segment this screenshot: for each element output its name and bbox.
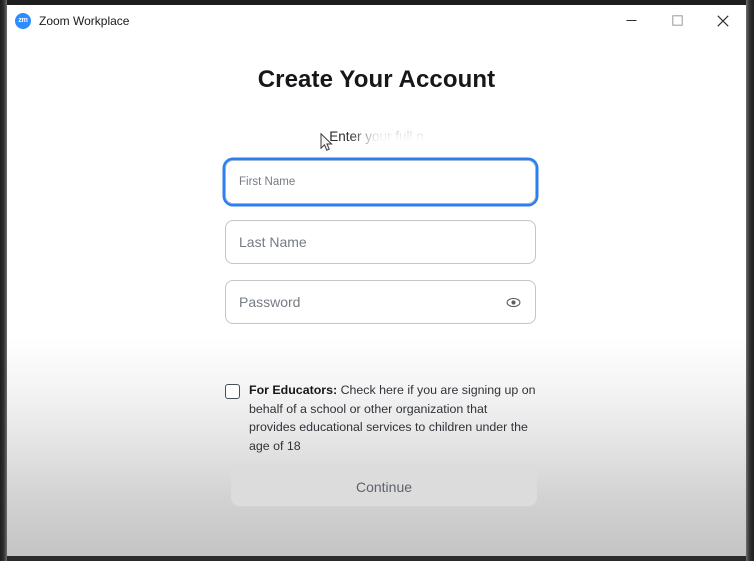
first-name-placeholder: First Name xyxy=(239,176,296,188)
first-name-input-box[interactable]: First Name xyxy=(225,160,536,204)
minimize-button[interactable] xyxy=(608,5,654,36)
zoom-logo-icon: zm xyxy=(15,12,31,29)
title-bar[interactable]: zm Zoom Workplace xyxy=(7,5,746,36)
maximize-button[interactable] xyxy=(654,5,700,36)
last-name-input-box[interactable]: Last Name xyxy=(225,220,536,264)
main-content: Create Your Account Enter your full n Fi… xyxy=(7,36,746,556)
window-frame-right xyxy=(746,0,754,561)
for-educators-label-strong: For Educators: xyxy=(249,383,338,397)
window-frame-left xyxy=(0,0,7,561)
for-educators-checkbox[interactable] xyxy=(225,384,240,399)
eye-icon[interactable] xyxy=(506,297,521,308)
last-name-field[interactable]: Last Name xyxy=(225,220,536,264)
window-title: Zoom Workplace xyxy=(39,13,130,28)
page-subtitle: Enter your full n xyxy=(329,129,424,144)
for-educators-row[interactable]: For Educators: Check here if you are sig… xyxy=(225,381,536,455)
signup-form: First Name Last Name Password xyxy=(225,160,536,340)
for-educators-label: For Educators: Check here if you are sig… xyxy=(249,381,536,455)
password-placeholder: Password xyxy=(239,294,301,310)
page-title: Create Your Account xyxy=(257,66,496,93)
close-button[interactable] xyxy=(700,5,746,36)
continue-button[interactable]: Continue xyxy=(231,468,537,506)
window-controls xyxy=(608,5,746,36)
application-window: zm Zoom Workplace Create Your Account En… xyxy=(0,0,754,561)
first-name-field[interactable]: First Name xyxy=(225,160,536,204)
last-name-placeholder: Last Name xyxy=(239,234,307,250)
password-field[interactable]: Password xyxy=(225,280,536,324)
password-input-box[interactable]: Password xyxy=(225,280,536,324)
